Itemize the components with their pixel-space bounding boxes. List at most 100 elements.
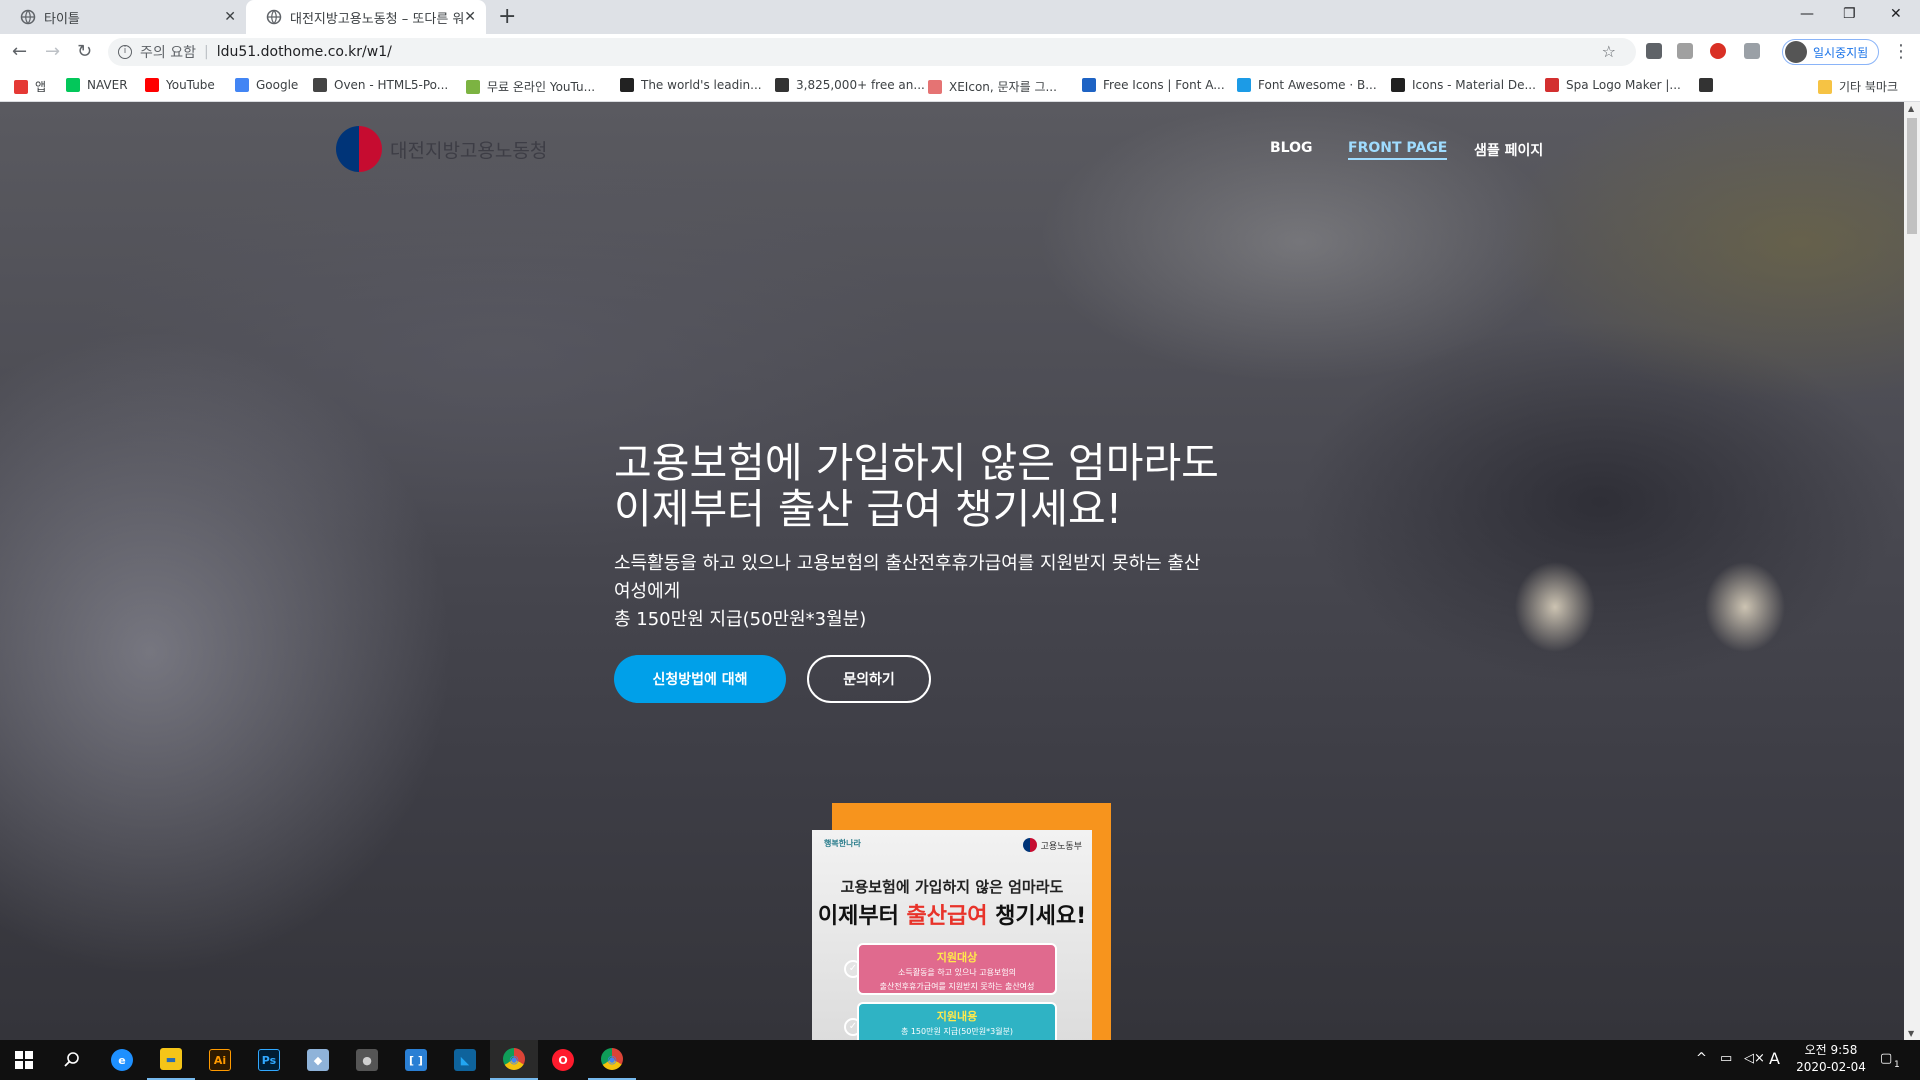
scroll-down-icon[interactable]: ▼	[1908, 1029, 1914, 1038]
bookmark-label: YouTube	[166, 78, 215, 92]
tray-chevron-icon[interactable]: ^	[1696, 1051, 1707, 1066]
hero-title-line2: 이제부터 출산 급여 챙기세요!	[614, 485, 1123, 533]
poster-brand-right: 고용노동부	[1022, 838, 1082, 852]
ime-indicator[interactable]: A	[1769, 1049, 1780, 1068]
poster-headline2: 이제부터 출산급여 챙기세요!	[812, 898, 1092, 930]
search-button[interactable]	[48, 1040, 96, 1080]
search-icon	[64, 1052, 79, 1067]
extension-icon[interactable]	[1646, 43, 1662, 59]
bookmark-globe[interactable]	[1699, 78, 1720, 92]
poster-box2-title: 지원내용	[936, 1010, 978, 1023]
globe-icon	[266, 9, 282, 25]
google-icon	[235, 78, 249, 92]
taskbar-app-chrome-2[interactable]: ◉	[588, 1040, 636, 1080]
image-extension-icon[interactable]	[1677, 43, 1693, 59]
hero-title-line1: 고용보험에 가입하지 않은 엄마라도	[614, 439, 1219, 487]
minimize-icon[interactable]: —	[1800, 6, 1814, 22]
bookmark-label: Free Icons | Font A...	[1103, 78, 1225, 92]
taskbar-app-notes[interactable]: ◆	[294, 1040, 342, 1080]
new-tab-icon[interactable]: +	[498, 4, 516, 29]
bookmark-label: 무료 온라인 YouTu...	[487, 80, 596, 94]
tab-title[interactable]: 타이틀 ✕	[0, 0, 246, 34]
bookmark-label: NAVER	[87, 78, 128, 92]
adblock-icon[interactable]	[1710, 43, 1726, 59]
poster-box1-title: 지원대상	[936, 951, 978, 964]
bookmark-material-icons[interactable]: Icons - Material De...	[1391, 78, 1536, 92]
bookmark-font-awesome-free[interactable]: Free Icons | Font A...	[1082, 78, 1225, 92]
tab-active[interactable]: 대전지방고용노동청 – 또다른 워 ✕	[246, 0, 486, 34]
bookmark-star-icon[interactable]: ☆	[1602, 42, 1616, 61]
bookmark-label: Spa Logo Maker |...	[1566, 78, 1681, 92]
nav-front-page[interactable]: FRONT PAGE	[1348, 140, 1448, 160]
taskbar-app-photoshop[interactable]: Ps	[245, 1040, 293, 1080]
close-tab-icon[interactable]: ✕	[464, 9, 476, 25]
info-icon[interactable]: i	[118, 45, 132, 59]
bookmark-github[interactable]: The world's leadin...	[620, 78, 762, 92]
taskbar-app-edge[interactable]: e	[98, 1040, 146, 1080]
taskbar-app-brackets[interactable]: [ ]	[392, 1040, 440, 1080]
security-warning: 주의 요함	[140, 45, 196, 61]
address-separator: |	[203, 44, 209, 60]
camera-icon[interactable]	[1744, 43, 1760, 59]
flag-icon	[1082, 78, 1096, 92]
poster-box2-line1: 총 150만원 지급(50만원*3월분)	[900, 1027, 1014, 1036]
bookmark-naver[interactable]: NAVER	[66, 78, 128, 92]
nav-sample-page[interactable]: 샘플 페이지	[1474, 140, 1543, 160]
scroll-thumb[interactable]	[1907, 118, 1917, 234]
bookmark-youtube-downloader[interactable]: 무료 온라인 YouTu...	[466, 78, 595, 95]
campaign-poster: 행복한나라 고용노동부 고용보험에 가입하지 않은 엄마라도 이제부터 출산급여…	[812, 830, 1092, 1040]
notification-count: 1	[1894, 1060, 1900, 1070]
apply-method-button[interactable]: 신청방법에 대해	[614, 655, 786, 703]
taskbar-app-explorer[interactable]: ▬	[147, 1040, 195, 1080]
close-tab-icon[interactable]: ✕	[224, 9, 236, 25]
bookmark-label: Font Awesome · B...	[1258, 78, 1377, 92]
scroll-up-icon[interactable]: ▲	[1908, 104, 1914, 113]
system-clock[interactable]: 오전 9:58 2020-02-04	[1786, 1042, 1876, 1076]
close-window-icon[interactable]: ✕	[1890, 6, 1902, 22]
page-scrollbar[interactable]: ▲ ▼	[1904, 102, 1920, 1040]
menu-icon[interactable]: ⋮	[1892, 41, 1910, 62]
site-logo[interactable]: 대전지방고용노동청	[336, 126, 547, 172]
bookmark-label: The world's leadin...	[641, 78, 762, 92]
start-button[interactable]	[0, 1040, 48, 1080]
poster-box-target: 지원대상 소득활동을 하고 있으나 고용보험의 출산전후휴가급여를 지원받지 못…	[857, 943, 1057, 995]
apps-grid-icon	[14, 79, 28, 94]
bootstrap-icon	[1237, 78, 1251, 92]
notification-center-icon[interactable]: ▢	[1880, 1051, 1892, 1066]
bookmark-font-awesome[interactable]: Font Awesome · B...	[1237, 78, 1377, 92]
nav-blog[interactable]: BLOG	[1270, 140, 1313, 156]
bookmark-xeicon[interactable]: XEIcon, 문자를 그...	[928, 78, 1057, 95]
globe-icon	[20, 9, 36, 25]
network-icon[interactable]: ▭	[1720, 1051, 1732, 1066]
taskbar-app-chrome[interactable]: ◉	[490, 1040, 538, 1080]
taegeuk-logo-icon	[336, 126, 382, 172]
back-icon[interactable]: ←	[12, 41, 27, 62]
restore-icon[interactable]: ❐	[1843, 6, 1856, 22]
bookmark-free-icons[interactable]: 3,825,000+ free an...	[775, 78, 925, 92]
other-bookmarks[interactable]: 기타 북마크	[1818, 78, 1898, 95]
hero-desc-line2: 여성에게	[614, 581, 681, 602]
bookmark-google[interactable]: Google	[235, 78, 298, 92]
address-bar[interactable]: i 주의 요함 | ldu51.dothome.co.kr/w1/ ☆	[108, 38, 1636, 66]
vscode-icon: ◣	[454, 1049, 476, 1071]
reload-icon[interactable]: ↻	[77, 41, 92, 62]
taskbar-app-illustrator[interactable]: Ai	[196, 1040, 244, 1080]
bookmark-label: Google	[256, 78, 299, 92]
notes-icon: ◆	[307, 1049, 329, 1071]
taskbar-app-opera[interactable]: O	[539, 1040, 587, 1080]
globe-icon	[1699, 78, 1713, 92]
bookmark-youtube[interactable]: YouTube	[145, 78, 215, 92]
volume-muted-icon[interactable]: ◁×	[1744, 1051, 1765, 1066]
bookmark-apps[interactable]: 앱	[14, 78, 46, 95]
cloud-icon: ●	[356, 1049, 378, 1071]
taskbar-app-cloud[interactable]: ●	[343, 1040, 391, 1080]
bookmark-spa-logo[interactable]: Spa Logo Maker |...	[1545, 78, 1681, 92]
edge-icon: e	[111, 1049, 133, 1071]
profile-button[interactable]: 일시중지됨	[1782, 39, 1880, 65]
contact-button[interactable]: 문의하기	[807, 655, 931, 703]
oven-icon	[313, 78, 327, 92]
bookmark-oven[interactable]: Oven - HTML5-Po...	[313, 78, 448, 92]
taskbar-app-vscode[interactable]: ◣	[441, 1040, 489, 1080]
forward-icon[interactable]: →	[45, 41, 60, 62]
poster-headline2-a: 이제부터	[817, 904, 907, 929]
